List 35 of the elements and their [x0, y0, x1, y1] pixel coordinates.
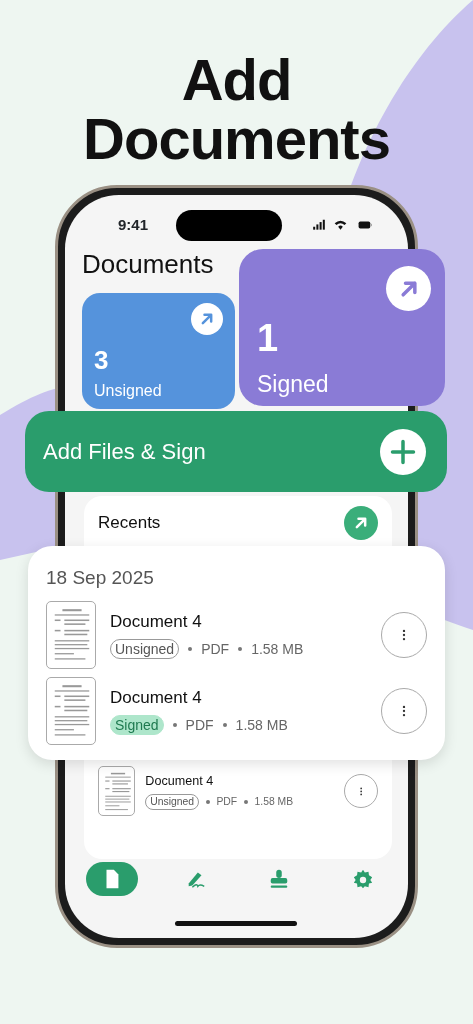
document-thumbnail [98, 766, 135, 817]
status-tag: Signed [110, 715, 164, 736]
document-name: Document 4 [145, 773, 215, 791]
status-time: 9:41 [118, 214, 149, 235]
page-title: Documents [82, 248, 215, 281]
document-thumbnail [46, 600, 96, 669]
signed-card[interactable]: 1 Signed [239, 249, 445, 406]
count-text: 1 [257, 319, 280, 357]
document-thumbnail [46, 676, 96, 745]
file-type: PDF [185, 715, 214, 735]
signal-icon [310, 218, 328, 232]
headline-text: Documents [83, 109, 390, 169]
file-type: PDF [216, 795, 238, 810]
headline-text: Add [181, 50, 292, 110]
file-size: 1.58 MB [235, 715, 288, 735]
more-button[interactable] [381, 687, 427, 734]
wifi-icon [332, 218, 349, 232]
section-title: Recents [98, 512, 161, 535]
file-size: 1.58 MB [251, 639, 304, 659]
file-size: 1.58 MB [254, 795, 294, 810]
card-label: Signed [257, 370, 330, 399]
settings-icon [351, 868, 374, 890]
document-name: Document 4 [110, 687, 203, 710]
unsigned-card[interactable]: 3 Unsigned [82, 293, 235, 409]
open-button[interactable] [344, 506, 378, 540]
more-button[interactable] [343, 774, 378, 809]
date-heading: 18 Sep 2025 [46, 566, 155, 590]
more-button[interactable] [381, 611, 427, 658]
plus-icon [389, 437, 417, 466]
document-name: Document 4 [110, 611, 203, 634]
file-type: PDF [201, 639, 230, 659]
card-label: Unsigned [94, 381, 163, 401]
tab-button[interactable] [86, 862, 138, 896]
count-text: 3 [94, 347, 110, 373]
add-files-button[interactable]: Add Files & Sign [25, 411, 447, 492]
